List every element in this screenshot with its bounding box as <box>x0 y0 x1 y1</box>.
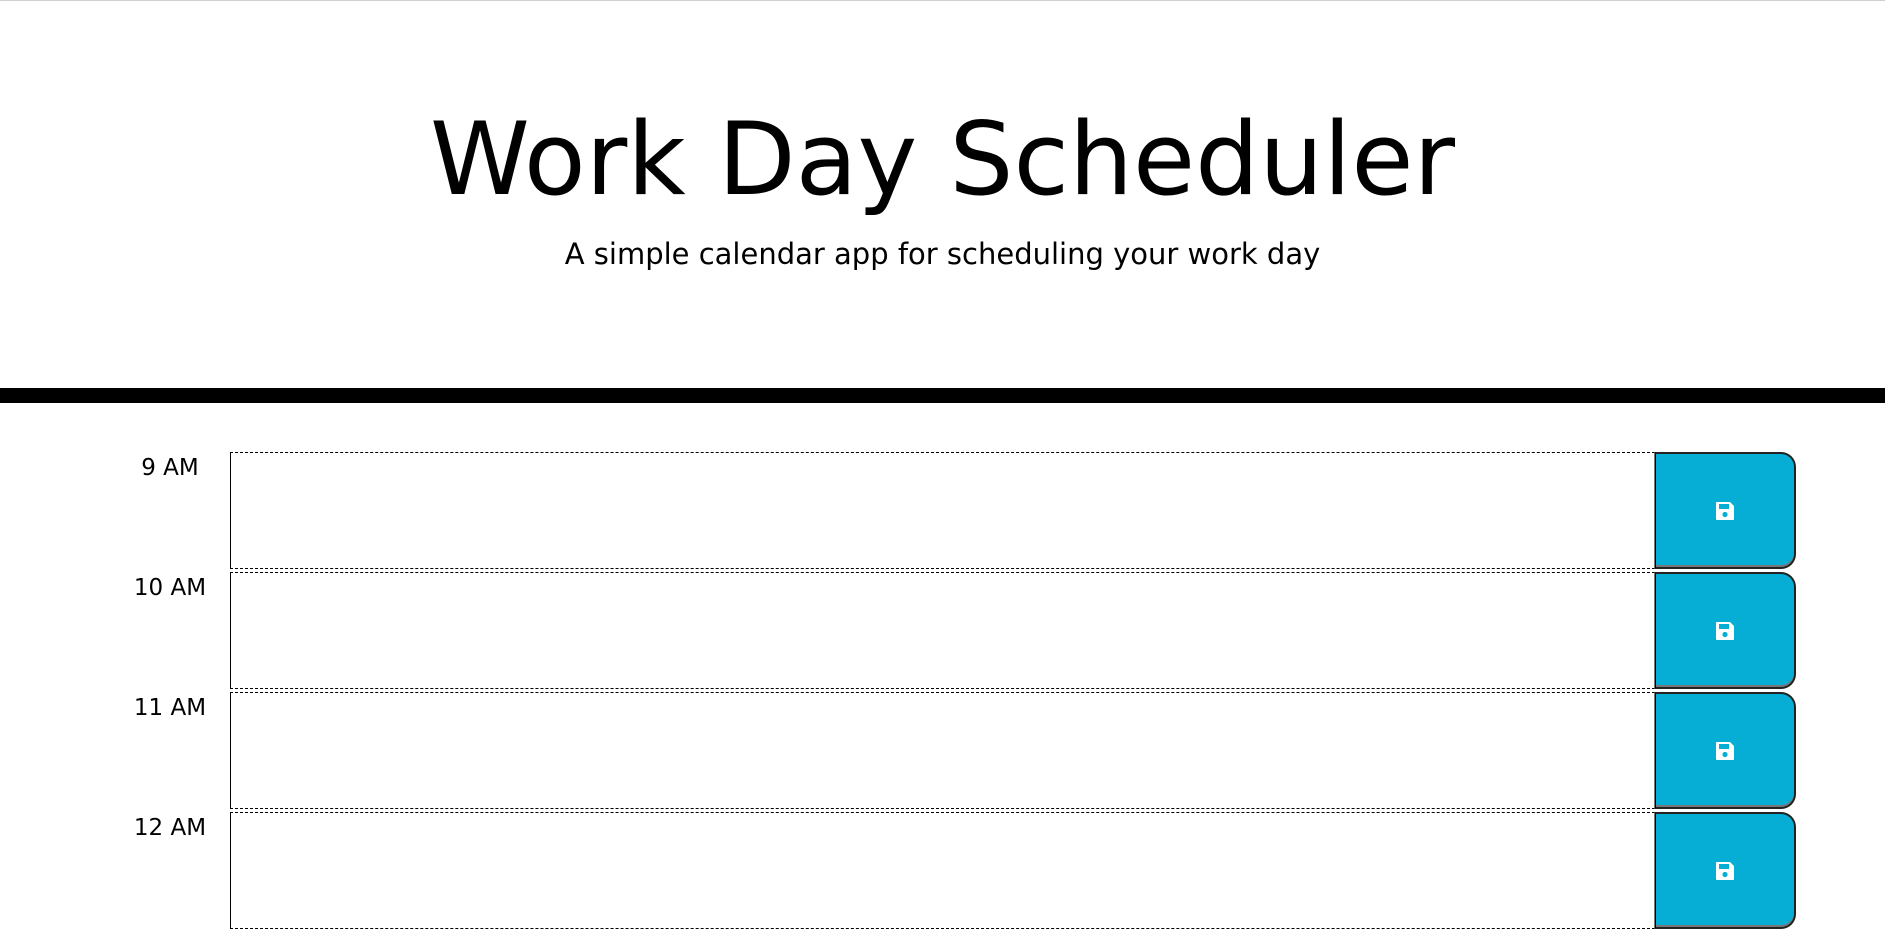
jumbotron-header: Work Day Scheduler A simple calendar app… <box>0 1 1885 388</box>
floppy-disk-icon <box>1716 861 1734 880</box>
time-block-row: 10 AM <box>0 572 1885 692</box>
header-divider-bar <box>0 388 1885 403</box>
event-description-input[interactable] <box>230 692 1655 809</box>
time-block-row: 9 AM <box>0 452 1885 572</box>
page-title: Work Day Scheduler <box>429 100 1456 218</box>
floppy-disk-icon <box>1716 741 1734 760</box>
save-button[interactable] <box>1655 692 1796 809</box>
event-description-input[interactable] <box>230 812 1655 929</box>
save-button[interactable] <box>1655 812 1796 929</box>
hour-label: 12 AM <box>133 815 207 841</box>
floppy-disk-icon <box>1716 621 1734 640</box>
hour-label: 11 AM <box>133 695 207 721</box>
timeblock-list: 9 AM 10 AM 11 AM 12 AM <box>0 452 1885 932</box>
save-button[interactable] <box>1655 572 1796 689</box>
floppy-disk-icon <box>1716 501 1734 520</box>
page-subtitle: A simple calendar app for scheduling you… <box>564 237 1321 271</box>
hour-label: 9 AM <box>141 455 199 481</box>
time-block-row: 12 AM <box>0 812 1885 932</box>
time-block-row: 11 AM <box>0 692 1885 812</box>
hour-label: 10 AM <box>133 575 207 601</box>
event-description-input[interactable] <box>230 572 1655 689</box>
save-button[interactable] <box>1655 452 1796 569</box>
event-description-input[interactable] <box>230 452 1655 569</box>
